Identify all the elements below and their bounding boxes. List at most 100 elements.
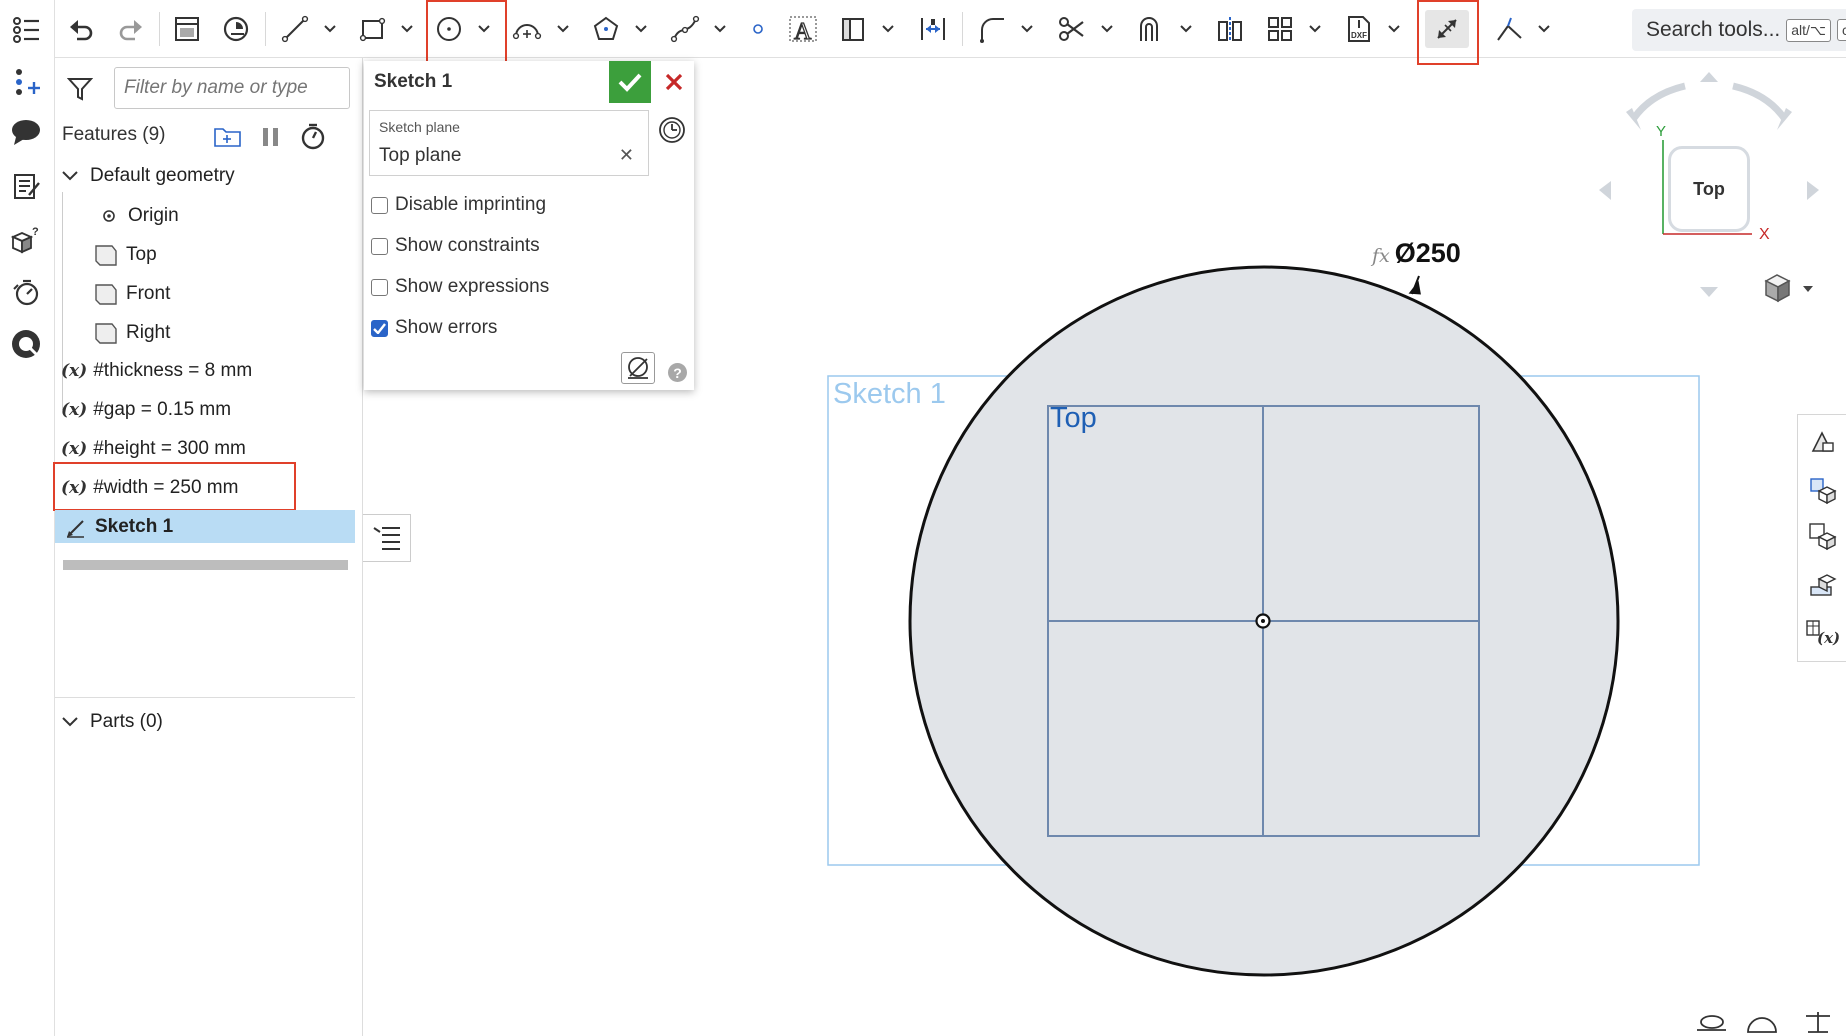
default-geometry-label: Default geometry xyxy=(90,164,235,186)
layers-panel-icon[interactable] xyxy=(1802,563,1842,605)
tree-origin[interactable]: Origin xyxy=(98,199,179,232)
option-show-expressions[interactable]: Show expressions xyxy=(371,272,549,302)
rotate-right-arrow-icon[interactable] xyxy=(1732,82,1787,121)
features-header: Features (9) xyxy=(62,124,166,145)
dimension-tool-icon[interactable] xyxy=(913,10,953,48)
history-clock-icon[interactable] xyxy=(657,115,687,150)
sketch-options-icon[interactable] xyxy=(1489,10,1529,48)
redo-icon[interactable] xyxy=(113,10,149,48)
offset-tool-icon[interactable] xyxy=(1131,10,1171,48)
configurations-panel-icon[interactable] xyxy=(1802,515,1842,557)
appearance-panel-icon[interactable] xyxy=(1802,421,1842,463)
arc-tool-icon[interactable] xyxy=(507,10,547,48)
confirm-button[interactable] xyxy=(609,61,651,103)
parts-section[interactable]: Parts (0) xyxy=(60,705,163,738)
rollback-timer-icon[interactable] xyxy=(299,122,327,155)
chevron-down-icon[interactable] xyxy=(711,10,729,48)
mass-properties-icon[interactable] xyxy=(1806,1012,1830,1033)
comments-icon[interactable] xyxy=(8,114,44,150)
rollback-bar[interactable] xyxy=(63,560,348,570)
tree-right-plane[interactable]: Right xyxy=(92,316,170,349)
chevron-down-icon[interactable] xyxy=(1535,10,1553,48)
checkbox-show-expressions[interactable] xyxy=(371,278,388,296)
chevron-down-icon[interactable] xyxy=(1385,10,1403,48)
pattern-tool-icon[interactable] xyxy=(1260,10,1300,48)
pause-icon[interactable] xyxy=(260,126,282,153)
top-plane-label-text: Top xyxy=(126,243,157,265)
checkbox-disable-imprinting[interactable] xyxy=(371,196,388,214)
show-errors-label: Show errors xyxy=(395,317,498,338)
fillet-tool-icon[interactable] xyxy=(972,10,1012,48)
rectangle-tool-icon[interactable] xyxy=(353,10,393,48)
tree-variable-width[interactable]: (x) #width = 250 mm xyxy=(61,471,238,504)
sketch-slot-icon[interactable] xyxy=(1425,10,1469,48)
cube-grid-panel-icon[interactable] xyxy=(1802,469,1842,511)
tree-variable-height[interactable]: (x) #height = 300 mm xyxy=(61,432,246,465)
polygon-tool-icon[interactable] xyxy=(586,10,626,48)
origin-icon xyxy=(103,209,115,222)
use-project-icon[interactable] xyxy=(168,10,206,48)
chevron-down-icon[interactable] xyxy=(1018,10,1036,48)
chevron-down-icon[interactable] xyxy=(554,10,572,48)
feature-list-icon[interactable] xyxy=(8,11,44,47)
list-indent-icon xyxy=(372,527,400,550)
right-plane-label: Right xyxy=(126,321,171,343)
clear-plane-icon[interactable]: ✕ xyxy=(619,145,634,166)
chevron-down-icon[interactable] xyxy=(60,166,82,186)
insert-instance-icon[interactable] xyxy=(8,64,44,100)
filter-input[interactable] xyxy=(114,67,350,109)
checkbox-show-constraints[interactable] xyxy=(371,237,388,255)
tree-default-geometry[interactable]: Default geometry xyxy=(60,159,235,192)
sketch-inspect-button[interactable] xyxy=(621,352,655,384)
tree-variable-thickness[interactable]: (x) #thickness = 8 mm xyxy=(61,354,252,387)
undo-icon[interactable] xyxy=(63,10,99,48)
add-folder-icon[interactable] xyxy=(213,123,243,154)
chevron-down-icon[interactable] xyxy=(475,10,493,48)
chevron-down-icon[interactable] xyxy=(1098,10,1116,48)
parts-divider xyxy=(55,697,355,698)
cancel-button[interactable] xyxy=(654,61,694,103)
protractor-icon[interactable] xyxy=(1747,1017,1777,1033)
view-cube-top-face[interactable]: Top xyxy=(1668,146,1750,232)
chevron-down-icon[interactable] xyxy=(1177,10,1195,48)
rotate-left-arrow-icon[interactable] xyxy=(1631,82,1686,121)
diameter-dimension[interactable]: fx Ø250 xyxy=(1372,238,1461,269)
mirror-tool-icon[interactable] xyxy=(1210,10,1250,48)
part-properties-icon[interactable]: ? xyxy=(8,222,44,258)
chevron-down-icon[interactable] xyxy=(60,712,82,732)
tree-front-plane[interactable]: Front xyxy=(92,277,170,310)
circle-tool-icon[interactable] xyxy=(429,10,469,48)
chevron-down-icon[interactable] xyxy=(632,10,650,48)
option-disable-imprinting[interactable]: Disable imprinting xyxy=(371,190,546,220)
point-tool-icon[interactable] xyxy=(743,10,773,48)
tree-variable-gap[interactable]: (x) #gap = 0.15 mm xyxy=(61,393,231,426)
measure-tape-icon[interactable] xyxy=(1697,1015,1726,1031)
view-mode-cube-icon[interactable] xyxy=(1764,274,1813,303)
checkbox-show-errors[interactable] xyxy=(371,319,388,337)
chevron-down-icon[interactable] xyxy=(879,10,897,48)
option-show-constraints[interactable]: Show constraints xyxy=(371,231,540,261)
history-timer-icon[interactable] xyxy=(8,274,44,310)
chevron-down-icon[interactable] xyxy=(398,10,416,48)
chevron-down-icon[interactable] xyxy=(321,10,339,48)
list-toggle-button[interactable] xyxy=(363,514,411,562)
chevron-down-icon[interactable] xyxy=(1306,10,1324,48)
dxf-import-icon[interactable]: DXF xyxy=(1339,10,1379,48)
sketch-plane-field[interactable]: Sketch plane Top plane ✕ xyxy=(369,110,649,176)
line-tool-icon[interactable] xyxy=(275,10,315,48)
tree-sketch-1[interactable]: Sketch 1 xyxy=(55,510,355,543)
help-icon[interactable]: ? xyxy=(668,363,687,382)
intersect-icon[interactable] xyxy=(218,10,256,48)
filter-icon[interactable] xyxy=(66,76,94,107)
text-tool-icon[interactable]: A xyxy=(783,10,823,48)
variable-table-panel-icon[interactable]: (x) xyxy=(1802,611,1842,653)
construction-tool-icon[interactable] xyxy=(833,10,873,48)
search-tools-input[interactable]: Search tools... alt/⌥ c xyxy=(1632,9,1846,51)
tree-top-plane[interactable]: Top xyxy=(92,238,157,271)
spline-tool-icon[interactable] xyxy=(665,10,705,48)
origin-point[interactable] xyxy=(1255,613,1271,629)
document-notes-icon[interactable] xyxy=(8,168,44,204)
option-show-errors[interactable]: Show errors xyxy=(371,313,497,343)
trim-tool-icon[interactable] xyxy=(1052,10,1092,48)
check-interference-icon[interactable] xyxy=(8,326,44,362)
